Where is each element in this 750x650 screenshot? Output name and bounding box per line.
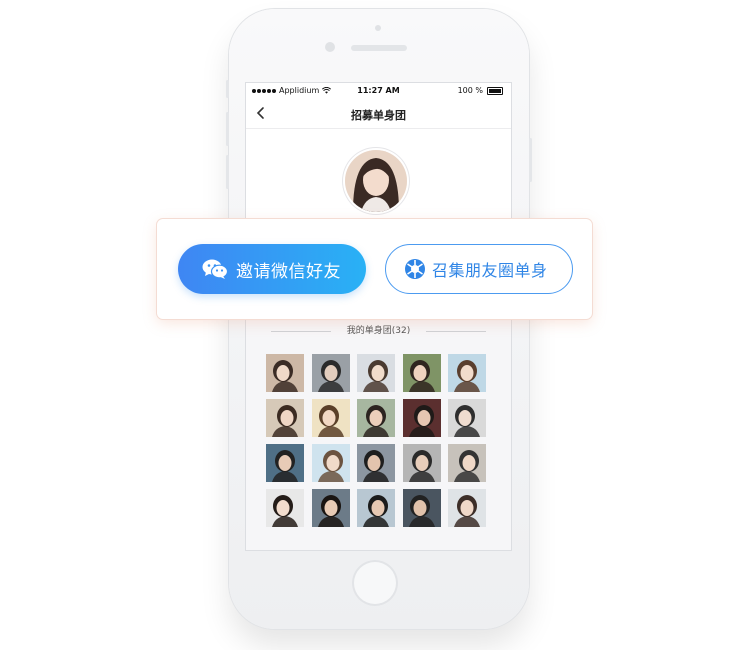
member-photo[interactable]: [357, 354, 395, 392]
front-camera-icon: [325, 42, 335, 52]
profile-header: [246, 129, 511, 219]
member-photo[interactable]: [357, 489, 395, 527]
status-bar: Applidium 11:27 AM 100 %: [246, 83, 511, 99]
volume-up-button: [226, 112, 229, 146]
power-button: [529, 138, 532, 182]
member-photo[interactable]: [402, 444, 441, 482]
earpiece-speaker: [351, 45, 407, 51]
page-title: 招募单身团: [351, 109, 406, 122]
member-photo[interactable]: [402, 354, 441, 392]
navigation-bar: 招募单身团: [246, 99, 511, 129]
battery-percent: 100 %: [457, 86, 483, 95]
gather-moments-singles-button[interactable]: 召集朋友圈单身: [385, 244, 573, 294]
member-photo[interactable]: [266, 354, 304, 392]
member-photo[interactable]: [448, 444, 486, 482]
mute-switch: [226, 80, 229, 98]
member-photo[interactable]: [266, 489, 304, 527]
member-photo[interactable]: [448, 399, 486, 437]
member-photo[interactable]: [311, 489, 350, 527]
group-section-title: 我的单身团(32): [346, 326, 411, 336]
member-photo[interactable]: [311, 354, 350, 392]
member-photo[interactable]: [357, 399, 395, 437]
member-photo[interactable]: [266, 444, 304, 482]
battery-info: 100 %: [458, 86, 503, 95]
member-photo[interactable]: [266, 399, 304, 437]
wechat-moments-icon: [405, 259, 425, 279]
member-photo[interactable]: [311, 399, 350, 437]
member-photo[interactable]: [402, 489, 441, 527]
invite-wechat-friends-button[interactable]: 邀请微信好友: [178, 244, 366, 294]
member-photo[interactable]: [448, 489, 486, 527]
avatar[interactable]: [345, 150, 407, 212]
home-button[interactable]: [352, 560, 398, 606]
wechat-icon: [202, 259, 228, 279]
member-photo[interactable]: [357, 444, 395, 482]
share-card: 邀请微信好友 召集朋友圈单身: [157, 219, 592, 319]
divider-right: [426, 331, 486, 332]
member-photo[interactable]: [448, 354, 486, 392]
proximity-sensor: [375, 25, 381, 31]
member-photo[interactable]: [311, 444, 350, 482]
invite-wechat-label: 邀请微信好友: [236, 261, 341, 282]
battery-icon: [487, 86, 503, 95]
member-photo[interactable]: [402, 399, 441, 437]
gather-moments-label: 召集朋友圈单身: [432, 261, 548, 280]
volume-down-button: [226, 155, 229, 189]
